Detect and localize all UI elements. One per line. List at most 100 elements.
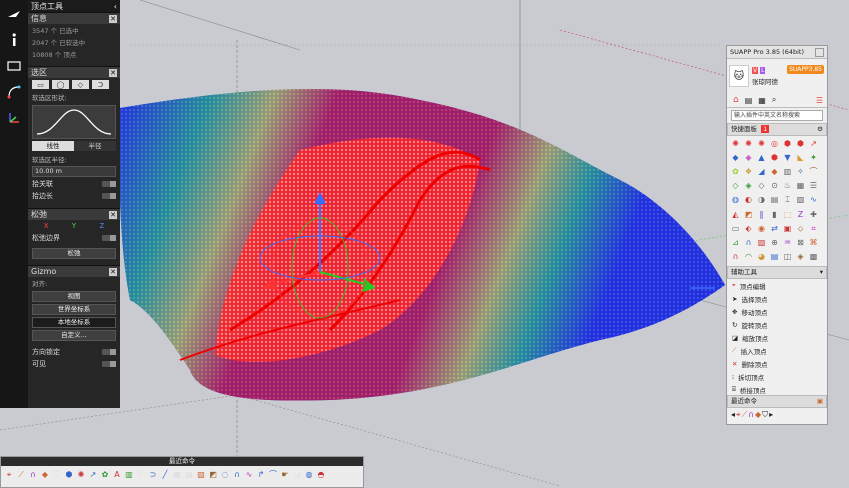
aux-tools-toggle-icon[interactable]: ▾ bbox=[820, 267, 823, 278]
shape-icon[interactable]: ◆ bbox=[755, 410, 761, 420]
plugin-shape-icon[interactable]: ⬢ bbox=[769, 152, 780, 163]
plugin-shape-icon[interactable]: ⬖ bbox=[743, 223, 754, 234]
curve-tool-icon[interactable] bbox=[4, 82, 24, 102]
vertex-edit-icon[interactable]: ⌖ bbox=[4, 469, 14, 480]
plugin-gear-icon[interactable]: ✺ bbox=[730, 138, 741, 149]
curve-icon[interactable]: ⟋ bbox=[16, 469, 26, 480]
chart-icon[interactable]: ▥ bbox=[124, 469, 134, 480]
list-item[interactable]: ⟋ 插入顶点 bbox=[727, 344, 827, 357]
collapse-panel-icon[interactable]: ‹ bbox=[114, 2, 117, 11]
plugin-shape-icon[interactable]: ◩ bbox=[743, 209, 754, 220]
plugin-shape-icon[interactable]: ▥ bbox=[782, 166, 793, 177]
search-tab-icon[interactable]: ⌕ bbox=[772, 95, 776, 105]
scroll-left-icon[interactable]: ◂ bbox=[731, 410, 735, 420]
curve-icon[interactable]: ⟋ bbox=[742, 410, 748, 420]
close-gizmo-icon[interactable]: ✕ bbox=[109, 267, 117, 276]
plugin-shape-icon[interactable]: ◇ bbox=[756, 180, 767, 191]
plugin-shape-icon[interactable]: ⌒ bbox=[808, 166, 819, 177]
close-info-icon[interactable]: ✕ bbox=[109, 14, 117, 23]
curve-edit-icon[interactable]: ⌒ bbox=[268, 469, 278, 480]
shield-icon[interactable]: ⛉ bbox=[52, 469, 62, 480]
plugin-shape-icon[interactable]: ∩ bbox=[743, 237, 754, 248]
plugin-shape-icon[interactable]: ✧ bbox=[795, 166, 806, 177]
plugin-shape-icon[interactable]: ▮ bbox=[769, 209, 780, 220]
close-relax-icon[interactable]: ✕ bbox=[109, 210, 117, 219]
falloff-curve-editor[interactable] bbox=[32, 105, 116, 139]
plane-icon[interactable]: ◿ bbox=[292, 469, 302, 480]
plugin-shape-icon[interactable]: ◠ bbox=[743, 251, 754, 262]
align-local-button[interactable]: 本地坐标系 bbox=[32, 317, 116, 328]
plugin-shape-icon[interactable]: ▣ bbox=[782, 223, 793, 234]
plugin-shape-icon[interactable]: ◐ bbox=[743, 194, 754, 205]
plugin-shape-icon[interactable]: ∥ bbox=[756, 209, 767, 220]
home-tab-icon[interactable]: ⌂ bbox=[733, 95, 739, 105]
fill-icon[interactable]: ◍ bbox=[304, 469, 314, 480]
tree-icon[interactable]: ✿ bbox=[100, 469, 110, 480]
toggle-edge-switch[interactable] bbox=[102, 193, 116, 199]
arc-icon[interactable]: ∩ bbox=[748, 410, 754, 420]
plugin-shape-icon[interactable]: ◆ bbox=[769, 166, 780, 177]
plugin-shape-icon[interactable]: ⇄ bbox=[769, 223, 780, 234]
plugin-shape-icon[interactable]: ◆ bbox=[730, 152, 741, 163]
quick-panel-settings-icon[interactable]: ⚙ bbox=[817, 124, 823, 135]
arc-icon[interactable]: ∩ bbox=[28, 469, 38, 480]
suapp-version-badge[interactable]: SUAPP3.85 bbox=[787, 65, 824, 74]
shape-icon[interactable]: ◆ bbox=[40, 469, 50, 480]
list-item[interactable]: ◪ 缩放顶点 bbox=[727, 331, 827, 344]
visible-switch[interactable] bbox=[102, 361, 116, 367]
plugin-shape-icon[interactable]: ▼ bbox=[782, 152, 793, 163]
relax-boundary-switch[interactable] bbox=[102, 235, 116, 241]
plugin-shape-icon[interactable]: ▤ bbox=[769, 194, 780, 205]
direction-lock-switch[interactable] bbox=[102, 349, 116, 355]
plugin-shape-icon[interactable]: ◆ bbox=[743, 152, 754, 163]
plugin-shape-icon[interactable]: ✿ bbox=[730, 166, 741, 177]
list-item[interactable]: ↻ 旋转顶点 bbox=[727, 318, 827, 331]
plugin-target-icon[interactable]: ◎ bbox=[769, 138, 780, 149]
rectangle-select-icon[interactable] bbox=[4, 56, 24, 76]
axis-x-toggle[interactable]: X bbox=[44, 222, 49, 230]
mesh-surface[interactable] bbox=[119, 88, 726, 401]
circle-select-icon[interactable]: ◯ bbox=[52, 80, 69, 89]
mesh-icon[interactable]: ⬢ bbox=[64, 469, 74, 480]
grid-icon[interactable]: ▦ bbox=[172, 469, 182, 480]
plugin-hex-icon[interactable]: ⬢ bbox=[782, 138, 793, 149]
hook-icon[interactable]: ⊃ bbox=[148, 469, 158, 480]
gizmo-section-header[interactable]: Gizmo ✕ bbox=[28, 265, 120, 277]
suapp-close-icon[interactable] bbox=[815, 48, 824, 57]
plugin-shape-icon[interactable]: ⊠ bbox=[795, 237, 806, 248]
plugin-shape-icon[interactable]: ⊙ bbox=[769, 180, 780, 191]
list-item[interactable]: ⁝ 拆切顶点 bbox=[727, 370, 827, 383]
info-icon[interactable] bbox=[4, 30, 24, 50]
list-item[interactable]: ➤ 选择顶点 bbox=[727, 292, 827, 305]
scroll-right-icon[interactable]: ▸ bbox=[769, 410, 773, 420]
plugin-shape-icon[interactable]: ◉ bbox=[756, 223, 767, 234]
align-view-button[interactable]: 视图 bbox=[32, 291, 116, 302]
recent-settings-icon[interactable]: ▣ bbox=[817, 396, 823, 407]
wave-icon[interactable]: ∿ bbox=[244, 469, 254, 480]
plugin-shape-icon[interactable]: ⬚ bbox=[782, 209, 793, 220]
plugin-shape-icon[interactable]: ◇ bbox=[730, 180, 741, 191]
plugin-shape-icon[interactable]: ∿ bbox=[808, 194, 819, 205]
lasso-select-icon[interactable]: ᑐ bbox=[92, 80, 109, 89]
vertex-edit-icon[interactable]: ⌖ bbox=[736, 410, 741, 420]
diagonal-icon[interactable]: ╱ bbox=[160, 469, 170, 480]
relax-section-header[interactable]: 松弛 ✕ bbox=[28, 208, 120, 220]
stack-icon[interactable]: ▨ bbox=[196, 469, 206, 480]
table-icon[interactable]: ▤ bbox=[184, 469, 194, 480]
align-world-button[interactable]: 世界坐标系 bbox=[32, 304, 116, 315]
plugin-shape-icon[interactable]: ⌘ bbox=[808, 237, 819, 248]
line-icon[interactable]: ⁄ bbox=[136, 469, 146, 480]
plugin-shape-icon[interactable]: ◕ bbox=[756, 251, 767, 262]
mode-linear-button[interactable]: 线性 bbox=[32, 141, 74, 151]
shield-icon[interactable]: ⛉ bbox=[762, 410, 768, 420]
plugin-shape-icon[interactable]: Z bbox=[795, 209, 806, 220]
bend-icon[interactable]: ↱ bbox=[256, 469, 266, 480]
rect-select-icon[interactable]: ▭ bbox=[32, 80, 49, 89]
soft-radius-input[interactable]: 10.00 m bbox=[32, 166, 116, 177]
axis-y-toggle[interactable]: Y bbox=[72, 222, 76, 230]
plugin-shape-icon[interactable]: ▨ bbox=[795, 194, 806, 205]
arch-icon[interactable]: ∩ bbox=[232, 469, 242, 480]
plugin-hex-icon[interactable]: ⬢ bbox=[795, 138, 806, 149]
plugin-arrow-icon[interactable]: ↗ bbox=[808, 138, 819, 149]
plugin-shape-icon[interactable]: ♨ bbox=[782, 180, 793, 191]
